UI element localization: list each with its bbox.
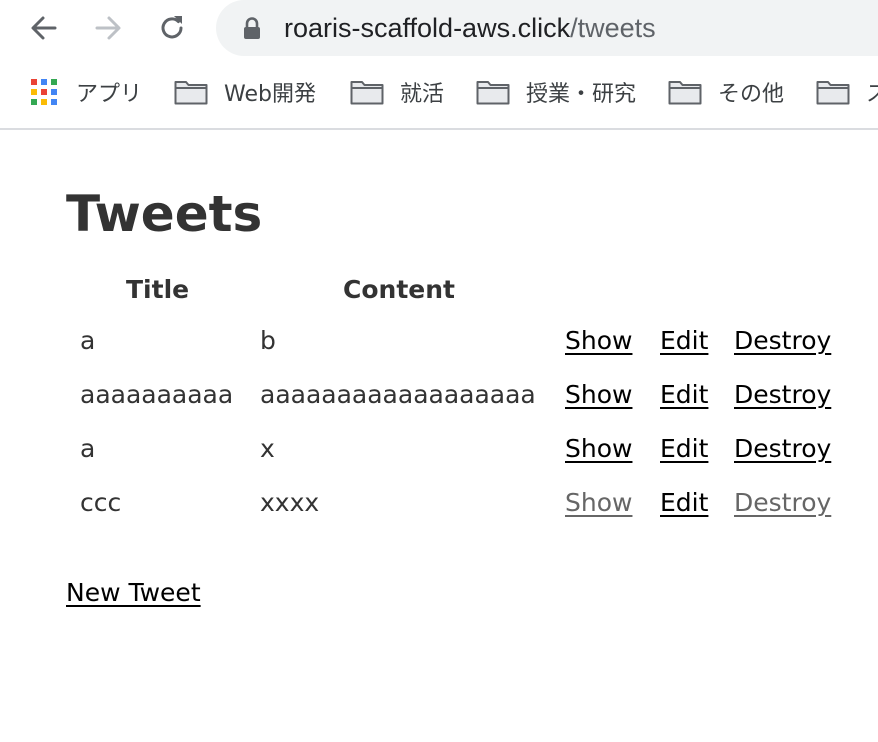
url-path: /tweets: [570, 13, 656, 43]
column-header-title: Title: [126, 275, 190, 304]
back-button[interactable]: [24, 8, 64, 48]
reload-button[interactable]: [152, 8, 192, 48]
bookmark-folder-label: 就活: [400, 82, 445, 107]
page-title: Tweets: [66, 185, 263, 243]
cell-content: aaaaaaaaaaaaaaaaaa: [260, 380, 536, 409]
bookmark-folder-label: Web開発: [224, 82, 316, 107]
apps-grid-icon: [31, 79, 57, 105]
show-link[interactable]: Show: [565, 429, 632, 469]
cell-title: a: [80, 434, 96, 463]
new-tweet-link[interactable]: New Tweet: [66, 573, 201, 613]
edit-link[interactable]: Edit: [660, 375, 708, 415]
folder-icon: [174, 81, 208, 105]
folder-icon: [668, 81, 702, 105]
bookmark-folder-label: 授業・研究: [526, 82, 637, 107]
show-link[interactable]: Show: [565, 375, 632, 415]
url-text[interactable]: roaris-scaffold-aws.click/tweets: [284, 10, 656, 46]
bookmark-folder-classes-research[interactable]: 授業・研究: [476, 74, 636, 110]
destroy-link[interactable]: Destroy: [734, 483, 831, 523]
bookmark-folder-other[interactable]: その他: [668, 74, 784, 110]
table-row: a b Show Edit Destroy: [0, 321, 878, 361]
bookmark-folder-web-dev[interactable]: Web開発: [174, 74, 316, 110]
address-bar[interactable]: roaris-scaffold-aws.click/tweets: [216, 0, 878, 56]
cell-title: aaaaaaaaaa: [80, 380, 234, 409]
cell-title: ccc: [80, 488, 122, 517]
bookmark-folder-truncated[interactable]: ス: [816, 74, 878, 110]
folder-icon: [350, 81, 384, 105]
edit-link[interactable]: Edit: [660, 483, 708, 523]
edit-link[interactable]: Edit: [660, 429, 708, 469]
cell-content: x: [260, 434, 275, 463]
bookmark-folder-job-hunting[interactable]: 就活: [350, 74, 444, 110]
destroy-link[interactable]: Destroy: [734, 429, 831, 469]
bookmark-folder-label: その他: [718, 82, 785, 107]
arrow-left-icon: [31, 16, 57, 40]
folder-icon: [476, 81, 510, 105]
cell-content: xxxx: [260, 488, 320, 517]
bookmark-folder-label: ス: [866, 82, 878, 107]
browser-toolbar: roaris-scaffold-aws.click/tweets アプリ Web…: [0, 0, 878, 130]
table-row: ccc xxxx Show Edit Destroy: [0, 483, 878, 523]
edit-link[interactable]: Edit: [660, 321, 708, 361]
table-row: a x Show Edit Destroy: [0, 429, 878, 469]
bookmark-apps[interactable]: アプリ: [30, 74, 142, 110]
reload-icon: [161, 16, 183, 39]
bookmark-apps-label: アプリ: [76, 82, 143, 107]
cell-title: a: [80, 326, 96, 355]
show-link[interactable]: Show: [565, 483, 632, 523]
url-host: roaris-scaffold-aws.click: [284, 13, 571, 43]
destroy-link[interactable]: Destroy: [734, 321, 831, 361]
forward-button[interactable]: [88, 8, 128, 48]
table-row: aaaaaaaaaa aaaaaaaaaaaaaaaaaa Show Edit …: [0, 375, 878, 415]
cell-content: b: [260, 326, 276, 355]
arrow-right-icon: [95, 16, 121, 40]
page-content: Tweets Title Content a b Show Edit Destr…: [0, 130, 878, 742]
column-header-content: Content: [343, 275, 455, 304]
folder-icon: [816, 81, 850, 105]
show-link[interactable]: Show: [565, 321, 632, 361]
lock-icon[interactable]: [242, 17, 262, 39]
destroy-link[interactable]: Destroy: [734, 375, 831, 415]
